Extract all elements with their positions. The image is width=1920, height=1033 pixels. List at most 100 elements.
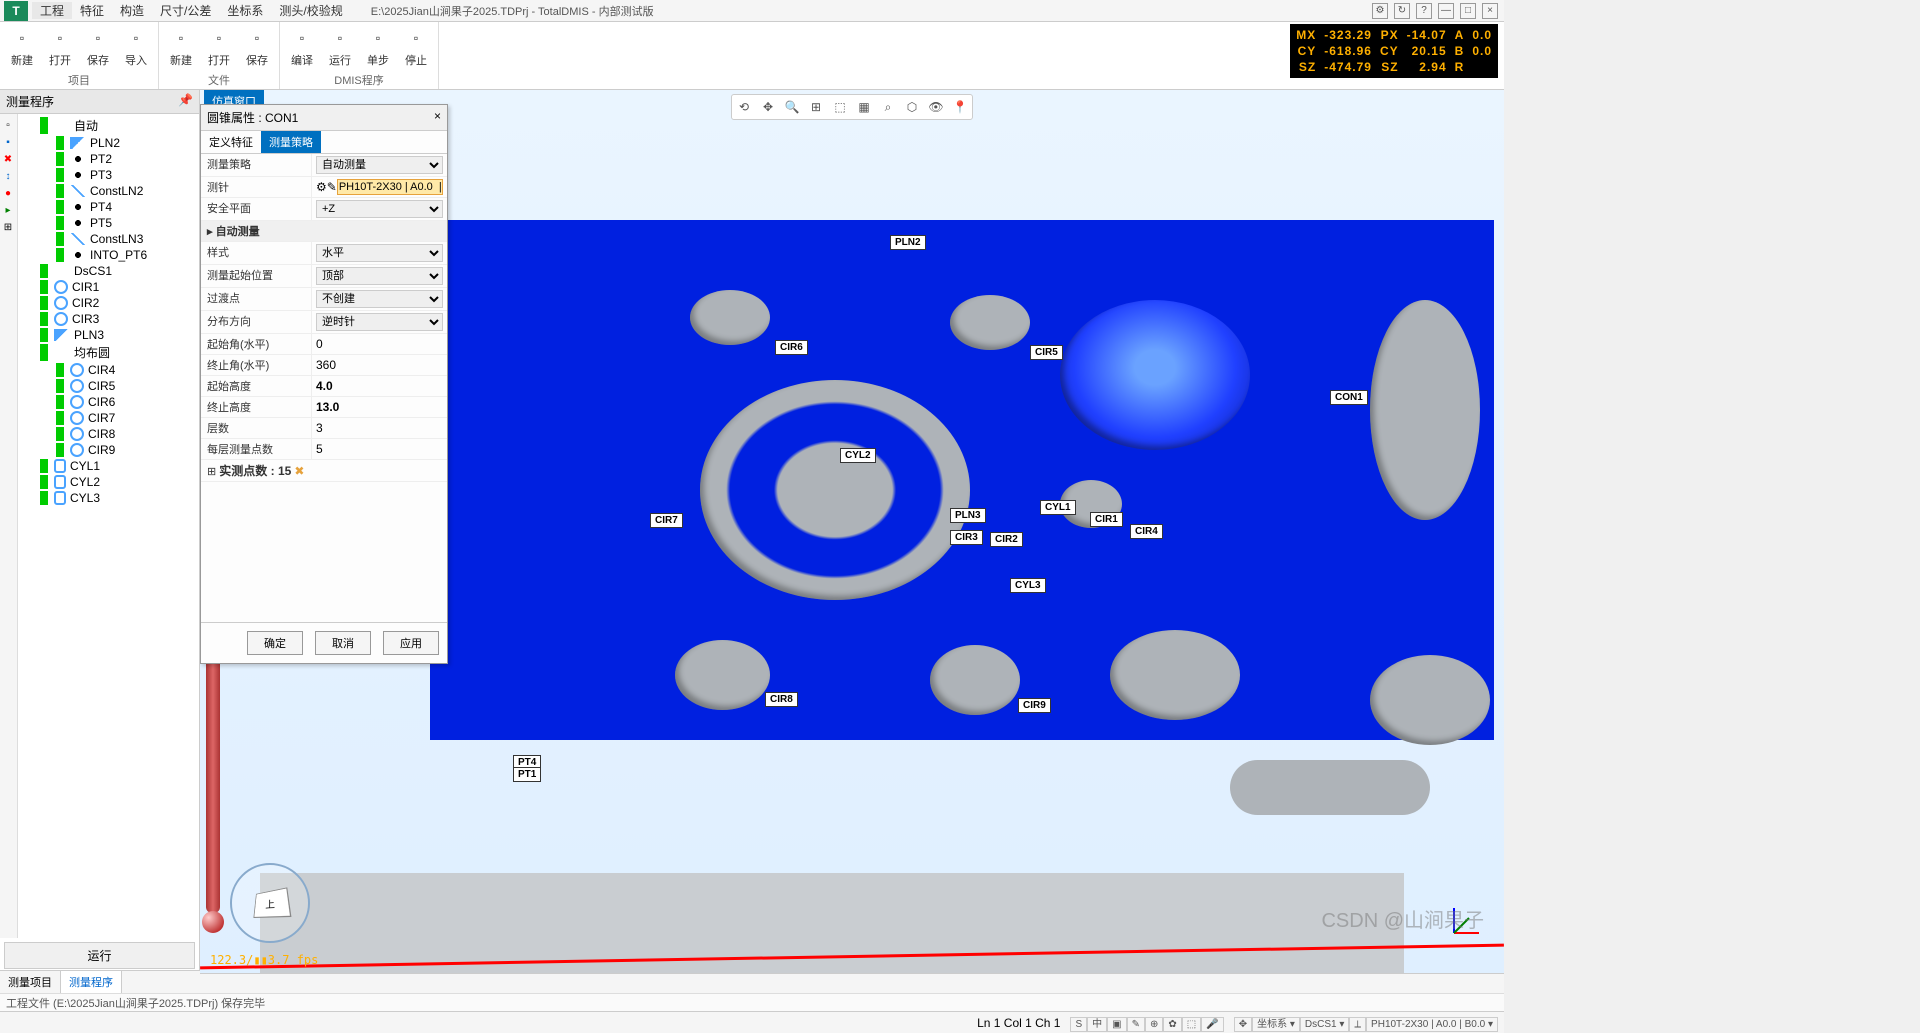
tree-item-ConstLN2[interactable]: ConstLN2 — [20, 183, 197, 199]
wand-icon[interactable]: ✎ — [327, 180, 337, 194]
axis-gizmo[interactable] — [1444, 903, 1484, 943]
feature-label-PLN2[interactable]: PLN2 — [890, 235, 926, 250]
menu-tolerance[interactable]: 尺寸/公差 — [152, 2, 219, 19]
vp-tool-3[interactable]: ⊞ — [807, 98, 825, 116]
tree-item-CIR1[interactable]: CIR1 — [20, 279, 197, 295]
ime-icon-3[interactable]: ✎ — [1127, 1017, 1145, 1032]
minimize-icon[interactable]: — — [1438, 3, 1454, 19]
feature-label-CIR7[interactable]: CIR7 — [650, 513, 683, 528]
vp-tool-8[interactable]: 👁 — [927, 98, 945, 116]
menu-coordinate[interactable]: 坐标系 — [219, 2, 271, 19]
tree-item-PT3[interactable]: PT3 — [20, 167, 197, 183]
tree-item-CIR2[interactable]: CIR2 — [20, 295, 197, 311]
feature-label-CIR2[interactable]: CIR2 — [990, 532, 1023, 547]
tab-define[interactable]: 定义特征 — [201, 131, 261, 153]
feature-label-CYL2[interactable]: CYL2 — [840, 448, 876, 463]
edit-button[interactable]: ▫编译 — [284, 24, 320, 70]
tool-2[interactable]: ▪ — [1, 135, 15, 149]
prop-样式-select[interactable]: 水平 — [316, 244, 443, 262]
save-project-button[interactable]: ▫保存 — [80, 24, 116, 70]
menu-construct[interactable]: 构造 — [112, 2, 152, 19]
pin-icon[interactable]: 📌 — [178, 93, 193, 110]
run-button[interactable]: 运行 — [4, 942, 195, 969]
feature-label-CYL3[interactable]: CYL3 — [1010, 578, 1046, 593]
prop-测量策略-select[interactable]: 自动测量 — [316, 156, 443, 174]
gear-icon[interactable]: ⚙ — [316, 180, 327, 194]
tree-item-均布圆[interactable]: 均布圆 — [20, 343, 197, 362]
status-item-1[interactable]: 坐标系 ▾ — [1252, 1017, 1300, 1032]
tool-6[interactable]: ▸ — [1, 203, 15, 217]
tool-5[interactable]: ● — [1, 186, 15, 200]
prop-probe-input[interactable] — [337, 179, 443, 195]
tree-item-PT5[interactable]: PT5 — [20, 215, 197, 231]
prop-过渡点-select[interactable]: 不创建 — [316, 290, 443, 308]
prop-close-icon[interactable]: × — [434, 109, 441, 126]
feature-label-CIR5[interactable]: CIR5 — [1030, 345, 1063, 360]
tree-item-自动[interactable]: 自动 — [20, 116, 197, 135]
ime-icon-0[interactable]: S — [1070, 1017, 1087, 1032]
feature-label-CON1[interactable]: CON1 — [1330, 390, 1368, 405]
status-item-3[interactable]: ⟂ — [1349, 1017, 1366, 1032]
new-project-button[interactable]: ▫新建 — [4, 24, 40, 70]
ime-icon-7[interactable]: 🎤 — [1201, 1017, 1223, 1032]
close-icon[interactable]: × — [1482, 3, 1498, 19]
tree-item-CYL2[interactable]: CYL2 — [20, 474, 197, 490]
ok-button[interactable]: 确定 — [247, 631, 303, 655]
ime-icon-4[interactable]: ⊕ — [1145, 1017, 1163, 1032]
new-file-button[interactable]: ▫新建 — [163, 24, 199, 70]
tree-item-CYL1[interactable]: CYL1 — [20, 458, 197, 474]
feature-label-CIR4[interactable]: CIR4 — [1130, 524, 1163, 539]
status-item-4[interactable]: PH10T-2X30 | A0.0 | B0.0 ▾ — [1366, 1017, 1498, 1032]
vp-tool-4[interactable]: ⬚ — [831, 98, 849, 116]
maximize-icon[interactable]: □ — [1460, 3, 1476, 19]
viewport-3d[interactable]: 仿真窗口 圆锥属性 : CON1 × 定义特征 测量策略 测量策略自动测量测针⚙… — [200, 90, 1504, 973]
menu-project[interactable]: 工程 — [32, 2, 72, 19]
prop-value[interactable]: 360 — [316, 358, 336, 372]
vp-tool-1[interactable]: ✥ — [759, 98, 777, 116]
status-item-2[interactable]: DsCS1 ▾ — [1300, 1017, 1349, 1032]
open-file-button[interactable]: ▫打开 — [201, 24, 237, 70]
prop-安全平面-select[interactable]: +Z — [316, 200, 443, 218]
tree-item-CIR7[interactable]: CIR7 — [20, 410, 197, 426]
feature-label-CIR1[interactable]: CIR1 — [1090, 512, 1123, 527]
tree-item-CIR9[interactable]: CIR9 — [20, 442, 197, 458]
tree-item-DsCS1[interactable]: DsCS1 — [20, 263, 197, 279]
run-button[interactable]: ▫运行 — [322, 24, 358, 70]
tree-item-CIR6[interactable]: CIR6 — [20, 394, 197, 410]
vp-tool-6[interactable]: ⌕ — [879, 98, 897, 116]
tool-4[interactable]: ↕ — [1, 169, 15, 183]
ime-icon-2[interactable]: ▣ — [1107, 1017, 1126, 1032]
feature-label-CIR6[interactable]: CIR6 — [775, 340, 808, 355]
prop-value[interactable]: 0 — [316, 337, 323, 351]
tree-item-PLN2[interactable]: PLN2 — [20, 135, 197, 151]
prop-value[interactable]: 13.0 — [316, 400, 339, 414]
tool-7[interactable]: ⊞ — [1, 220, 15, 234]
apply-button[interactable]: 应用 — [383, 631, 439, 655]
tree-item-ConstLN3[interactable]: ConstLN3 — [20, 231, 197, 247]
help-icon[interactable]: ? — [1416, 3, 1432, 19]
prop-value[interactable]: 5 — [316, 442, 323, 456]
settings-icon[interactable]: ⚙ — [1372, 3, 1388, 19]
tree-item-CIR3[interactable]: CIR3 — [20, 311, 197, 327]
program-tree[interactable]: 自动PLN2PT2PT3ConstLN2PT4PT5ConstLN3INTO_P… — [18, 114, 199, 938]
save-file-button[interactable]: ▫保存 — [239, 24, 275, 70]
tree-item-CIR5[interactable]: CIR5 — [20, 378, 197, 394]
vp-tool-9[interactable]: 📍 — [951, 98, 969, 116]
tree-item-CIR8[interactable]: CIR8 — [20, 426, 197, 442]
prop-测量起始位置-select[interactable]: 顶部 — [316, 267, 443, 285]
vp-tool-2[interactable]: 🔍 — [783, 98, 801, 116]
vp-tool-5[interactable]: ▦ — [855, 98, 873, 116]
feature-label-CIR8[interactable]: CIR8 — [765, 692, 798, 707]
tree-item-PT2[interactable]: PT2 — [20, 151, 197, 167]
tab-program[interactable]: 测量程序 — [61, 971, 122, 993]
cancel-button[interactable]: 取消 — [315, 631, 371, 655]
nav-cube[interactable]: 上 — [230, 863, 310, 943]
tab-strategy[interactable]: 测量策略 — [261, 131, 321, 153]
vp-tool-7[interactable]: ⬡ — [903, 98, 921, 116]
nav-cube-face[interactable]: 上 — [253, 887, 291, 918]
vp-tool-0[interactable]: ⟲ — [735, 98, 753, 116]
prop-value[interactable]: 4.0 — [316, 379, 333, 393]
tree-item-PT4[interactable]: PT4 — [20, 199, 197, 215]
menu-feature[interactable]: 特征 — [72, 2, 112, 19]
feature-label-PT1[interactable]: PT1 — [513, 767, 541, 782]
